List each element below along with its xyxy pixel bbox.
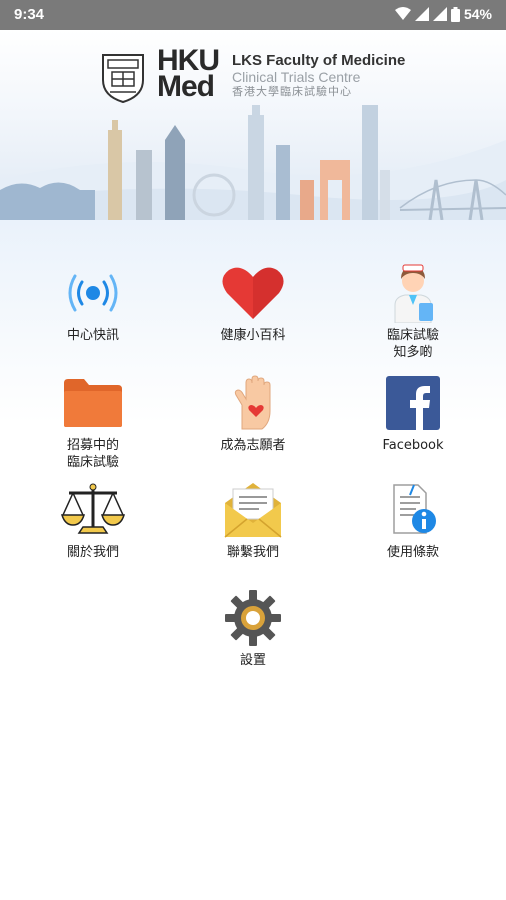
hku-med-logo: HKU Med — [157, 46, 220, 103]
wifi-icon — [394, 7, 411, 20]
heart-icon — [222, 267, 284, 319]
menu-item-news[interactable]: 中心快訊 — [33, 263, 153, 344]
faculty-title: LKS Faculty of Medicine Clinical Trials … — [232, 52, 405, 100]
scales-icon — [61, 483, 125, 534]
battery-percent: 54% — [463, 6, 492, 22]
menu-item-recruiting-trials[interactable]: 招募中的 臨床試驗 — [33, 373, 153, 471]
doctor-icon — [394, 264, 433, 323]
logo-med-text: Med — [157, 70, 215, 103]
faculty-name: LKS Faculty of Medicine — [232, 52, 406, 69]
status-bar: 9:34 54% — [0, 0, 506, 30]
signal-icon — [414, 7, 429, 21]
menu-label: Facebook — [382, 438, 444, 453]
centre-name: Clinical Trials Centre — [232, 69, 361, 85]
folder-icon — [64, 379, 122, 427]
menu-label: 設置 — [239, 653, 266, 668]
menu-item-clinical-trials-info[interactable]: 臨床試驗 知多啲 — [353, 263, 473, 361]
menu-label: 關於我們 — [66, 545, 119, 560]
envelope-icon — [224, 483, 282, 538]
menu-item-facebook[interactable]: Facebook — [353, 373, 473, 454]
menu-item-settings[interactable]: 設置 — [193, 588, 313, 669]
signal-icon-2 — [432, 7, 447, 21]
menu-item-contact-us[interactable]: 聯繫我們 — [193, 480, 313, 561]
document-info-icon — [393, 484, 436, 534]
menu-item-volunteer[interactable]: 成為志願者 — [193, 373, 313, 454]
menu-item-health-encyclopedia[interactable]: 健康小百科 — [193, 263, 313, 344]
menu-label: 招募中的 臨床試驗 — [66, 438, 119, 470]
menu-label: 臨床試驗 知多啲 — [386, 328, 439, 360]
menu-item-terms-of-use[interactable]: 使用條款 — [353, 480, 473, 561]
menu-label: 使用條款 — [386, 545, 439, 560]
menu-item-about-us[interactable]: 關於我們 — [33, 480, 153, 561]
battery-icon — [450, 6, 460, 22]
broadcast-icon — [68, 274, 118, 312]
hku-crest-icon — [102, 54, 144, 104]
status-icons: 54% — [394, 6, 492, 22]
menu-label: 健康小百科 — [220, 328, 286, 343]
menu-label: 聯繫我們 — [226, 545, 279, 560]
facebook-icon — [386, 376, 440, 430]
gear-icon — [225, 590, 281, 646]
menu-label: 成為志願者 — [220, 438, 286, 453]
menu-label: 中心快訊 — [66, 328, 119, 343]
status-time: 9:34 — [14, 6, 45, 23]
centre-name-zh: 香港大學臨床試驗中心 — [232, 86, 352, 98]
volunteer-hand-icon — [234, 375, 271, 430]
